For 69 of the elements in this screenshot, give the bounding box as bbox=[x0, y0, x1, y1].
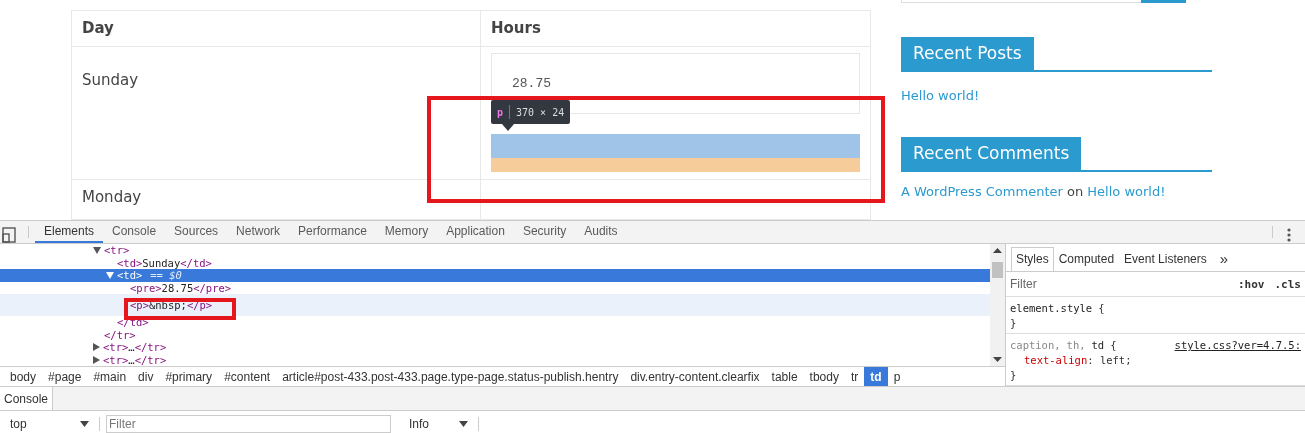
rule-brace: } bbox=[1010, 316, 1018, 331]
more-tabs-button[interactable]: » bbox=[1211, 247, 1237, 271]
scroll-thumb[interactable] bbox=[992, 262, 1003, 278]
sidebar-tab[interactable]: Styles bbox=[1011, 247, 1054, 271]
devtools-tab[interactable]: Memory bbox=[375, 221, 438, 243]
rule-selector: element.style bbox=[1010, 302, 1093, 314]
breadcrumb[interactable]: div bbox=[132, 367, 160, 386]
breadcrumb[interactable]: td bbox=[864, 367, 888, 386]
breadcrumb[interactable]: tr bbox=[844, 367, 865, 386]
breadcrumb[interactable]: p bbox=[887, 367, 907, 386]
devtools-tab[interactable]: Sources bbox=[165, 221, 228, 243]
breadcrumb[interactable]: tbody bbox=[803, 367, 845, 386]
sidebar-tab[interactable]: Computed bbox=[1053, 247, 1120, 271]
column-header: Hours bbox=[490, 18, 542, 39]
expand-triangle-icon[interactable] bbox=[106, 271, 114, 279]
dropdown-caret-icon[interactable] bbox=[80, 421, 89, 427]
breadcrumb[interactable]: article#post-433.post-433.page.type-page.status-publish.hentry bbox=[276, 367, 625, 386]
breadcrumb[interactable]: #primary bbox=[159, 367, 219, 386]
dom-node[interactable]: <tr>…</tr> bbox=[0, 341, 990, 354]
scrollbar[interactable] bbox=[990, 244, 1005, 366]
breadcrumb[interactable]: table bbox=[765, 367, 804, 386]
log-level-select[interactable]: Info bbox=[399, 417, 479, 431]
rule-brace: { bbox=[1098, 302, 1105, 314]
sidebar-tab[interactable]: Event Listeners bbox=[1119, 247, 1212, 271]
rule-selector: th, bbox=[1066, 339, 1086, 351]
context-select[interactable]: top bbox=[0, 417, 100, 431]
dom-node[interactable]: <tr>…</tr> bbox=[0, 353, 990, 366]
class-toggle[interactable]: .cls bbox=[1274, 277, 1301, 291]
comment-joiner: on bbox=[1066, 184, 1084, 199]
column-header: Day bbox=[72, 11, 481, 46]
more-options-icon[interactable] bbox=[1287, 228, 1291, 242]
rule-brace: { bbox=[1110, 339, 1117, 351]
widget-title: Recent Comments bbox=[901, 137, 1082, 170]
dom-node[interactable]: <td> == $0 bbox=[0, 269, 990, 282]
breadcrumb[interactable]: #main bbox=[87, 367, 133, 386]
dom-node[interactable]: </tr> bbox=[0, 328, 990, 341]
table-cell: Sunday bbox=[72, 47, 481, 179]
dom-node[interactable]: <tr> bbox=[0, 244, 990, 257]
rule-selector: caption, bbox=[1010, 339, 1061, 351]
dropdown-caret-icon[interactable] bbox=[459, 421, 468, 427]
search-field[interactable] bbox=[901, 0, 1141, 3]
table-cell: Monday bbox=[72, 180, 481, 219]
expand-triangle-icon[interactable] bbox=[93, 246, 101, 254]
devtools-tab[interactable]: Performance bbox=[289, 221, 376, 243]
device-toolbar-icon[interactable] bbox=[2, 227, 16, 243]
widget-title: Recent Posts bbox=[901, 37, 1034, 70]
devtools-tab[interactable]: Network bbox=[227, 221, 290, 243]
breadcrumb[interactable]: div.entry-content.clearfix bbox=[624, 367, 766, 386]
breadcrumb[interactable]: #page bbox=[42, 367, 88, 386]
scroll-up-icon[interactable] bbox=[993, 248, 1002, 253]
rule-brace: } bbox=[1010, 368, 1018, 383]
dom-node[interactable]: <p>&nbsp;</p> bbox=[0, 294, 990, 316]
devtools-tab[interactable]: Audits bbox=[575, 221, 627, 243]
devtools-tab[interactable]: Security bbox=[513, 221, 576, 243]
devtools-tab[interactable]: Elements bbox=[35, 221, 104, 243]
style-declaration[interactable]: text-align: left; bbox=[1010, 353, 1301, 368]
scroll-down-icon[interactable] bbox=[993, 357, 1002, 362]
stylesheet-link[interactable]: style.css?ver=4.7.5: bbox=[1174, 338, 1301, 353]
dom-node[interactable]: <td>Sunday</td> bbox=[0, 256, 990, 269]
breadcrumb[interactable]: #content bbox=[218, 367, 277, 386]
devtools-tab[interactable]: Application bbox=[437, 221, 514, 243]
breadcrumb[interactable]: body bbox=[4, 367, 43, 386]
drawer-tab[interactable]: Console bbox=[0, 387, 54, 410]
rule-selector: td bbox=[1091, 339, 1105, 351]
console-filter-field[interactable]: Filter bbox=[106, 415, 391, 433]
hover-state-toggle[interactable]: :hov bbox=[1238, 277, 1265, 291]
devtools-tab[interactable]: Console bbox=[103, 221, 166, 243]
dom-node[interactable]: <pre>28.75</pre> bbox=[0, 281, 990, 294]
tooltip-pointer-icon bbox=[502, 124, 514, 131]
